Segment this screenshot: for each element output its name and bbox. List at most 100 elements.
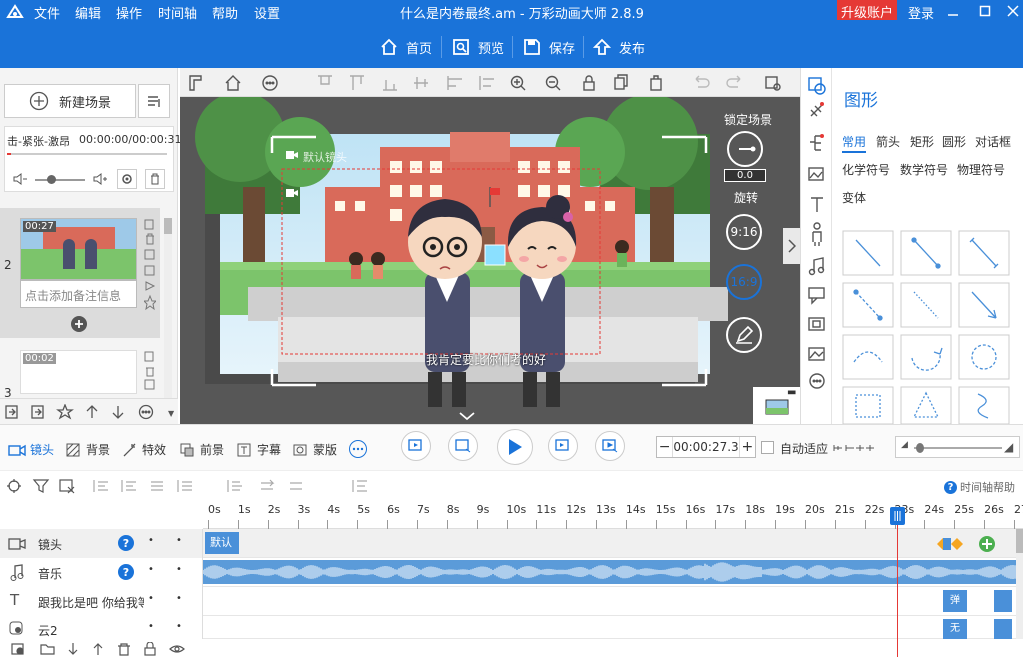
lock-dot-icon[interactable]: • <box>176 564 182 575</box>
track-help-icon[interactable]: ? <box>118 564 134 580</box>
rotate-value-input[interactable]: 0.0 <box>724 169 766 182</box>
scene-item-3[interactable]: 00:02 3 <box>0 346 160 400</box>
scene-note-input[interactable]: 点击添加备注信息 <box>20 280 137 308</box>
audio-progress[interactable] <box>7 153 167 155</box>
menu-settings[interactable]: 设置 <box>254 3 280 22</box>
auto-fit-checkbox[interactable] <box>761 441 774 454</box>
prev-frame-icon[interactable] <box>448 431 478 461</box>
text-effect-block[interactable]: 弹 <box>943 590 967 612</box>
collapse-chevron-icon[interactable] <box>455 408 479 424</box>
lock-dot-icon[interactable]: • <box>176 621 182 632</box>
rotate-label: 旋转 <box>734 191 759 205</box>
ruler-tick-label: 12s <box>566 503 586 516</box>
tab-mask[interactable]: 蒙版 <box>293 441 337 458</box>
next-frame-icon[interactable] <box>548 431 578 461</box>
upgrade-account-button[interactable]: 升级账户 <box>837 0 898 21</box>
track-help-icon[interactable]: ? <box>118 535 134 551</box>
tab-rectangle[interactable]: 矩形 <box>910 133 934 150</box>
volume-down-icon[interactable] <box>11 171 31 187</box>
menu-file[interactable]: 文件 <box>34 3 60 22</box>
lock-dot-icon[interactable]: • <box>176 535 182 546</box>
tab-camera[interactable]: 镜头 <box>8 441 54 458</box>
track-text[interactable]: T 跟我比是吧 你给我等 • • 弹 <box>0 587 1023 616</box>
menu-help[interactable]: 帮助 <box>212 3 238 22</box>
time-decrease-icon[interactable]: − <box>657 437 674 457</box>
scene-thumbnail[interactable]: 00:27 <box>20 218 137 280</box>
panel-expand-chevron-icon[interactable] <box>783 228 800 264</box>
time-increase-icon[interactable]: + <box>738 437 755 457</box>
maximize-icon[interactable] <box>976 2 994 20</box>
volume-up-icon[interactable] <box>91 171 111 187</box>
ratio-9-16-button[interactable]: 9:16 <box>726 214 762 250</box>
canvas-stage[interactable]: 默认镜头 我肯定要比你们考的好 锁定场景 0.0 旋转 9:16 16:9 ▬ <box>180 97 800 424</box>
tab-dialog[interactable]: 对话框 <box>975 133 1011 150</box>
tracks-scrollbar[interactable] <box>1016 529 1023 639</box>
ruler-tick-mark <box>1013 520 1015 529</box>
timeline-help-link[interactable]: ? 时间轴帮助 <box>944 479 1015 495</box>
menu-operate[interactable]: 操作 <box>116 3 142 22</box>
ruler-tick-label: 7s <box>416 503 430 516</box>
audio-delete-icon[interactable] <box>145 169 165 189</box>
audio-settings-icon[interactable] <box>117 169 137 189</box>
menu-timeline[interactable]: 时间轴 <box>158 3 197 22</box>
tab-circle[interactable]: 圆形 <box>942 133 966 150</box>
visibility-dot-icon[interactable]: • <box>148 621 154 632</box>
music-waveform[interactable] <box>202 560 1016 584</box>
title-bar: 文件 编辑 操作 时间轴 帮助 设置 什么是内卷最终.am - 万彩动画大师 2… <box>0 0 1023 24</box>
add-scene-icon[interactable] <box>71 316 87 332</box>
tab-subtitle[interactable]: 字幕 <box>237 441 281 458</box>
edit-pen-icon[interactable] <box>726 317 762 353</box>
time-stepper[interactable]: − 00:00:27.3 + <box>656 436 756 458</box>
preview-button[interactable]: 预览 <box>452 34 504 60</box>
new-scene-button[interactable]: 新建场景 <box>4 84 136 118</box>
tab-physics[interactable]: 物理符号 <box>957 161 1005 178</box>
close-icon[interactable] <box>1004 2 1022 20</box>
keyframe-icons[interactable] <box>935 534 995 554</box>
visibility-dot-icon[interactable]: • <box>148 535 154 546</box>
tab-arrow[interactable]: 箭头 <box>876 133 900 150</box>
publish-button[interactable]: 发布 <box>593 34 645 60</box>
zoom-fit-icons[interactable] <box>833 442 877 454</box>
visibility-dot-icon[interactable]: • <box>148 564 154 575</box>
ratio-16-9-button[interactable]: 16:9 <box>726 264 762 300</box>
track-music[interactable]: 音乐 ? • • <box>0 558 1023 587</box>
tab-variant[interactable]: 变体 <box>842 189 866 206</box>
menu-edit[interactable]: 编辑 <box>75 3 101 22</box>
scene-thumbnail[interactable]: 00:02 <box>20 350 137 394</box>
tab-chemistry[interactable]: 化学符号 <box>842 161 890 178</box>
tab-background[interactable]: 背景 <box>66 441 110 458</box>
scene-scrollbar[interactable] <box>164 218 172 418</box>
tab-foreground[interactable]: 前景 <box>180 441 224 458</box>
track-cloud[interactable]: 云2 • • 无 <box>0 616 1023 639</box>
visibility-dot-icon[interactable]: • <box>148 593 154 604</box>
text-exit-block[interactable] <box>994 590 1012 612</box>
home-button[interactable]: 首页 <box>380 34 432 60</box>
mini-map-toggle-icon[interactable]: ▬ <box>787 387 796 398</box>
scene-list-button[interactable] <box>138 84 170 118</box>
login-button[interactable]: 登录 <box>908 3 934 22</box>
scene-item-2[interactable]: 2 00:27 点击添加备注信息 <box>0 208 160 338</box>
cloud-exit-block[interactable] <box>994 619 1012 639</box>
tab-common[interactable]: 常用 <box>842 133 867 153</box>
track-actions-bar <box>0 639 203 657</box>
volume-slider[interactable] <box>35 175 85 184</box>
tab-math[interactable]: 数学符号 <box>900 161 948 178</box>
lock-dot-icon[interactable]: • <box>176 593 182 604</box>
ruler-tick-mark <box>297 520 299 529</box>
rotate-dial-icon[interactable] <box>727 131 763 167</box>
tab-effect[interactable]: 特效 <box>122 441 166 458</box>
subtitle-text[interactable]: 我肯定要比你们考的好 <box>426 351 546 368</box>
next-scene-icon[interactable] <box>595 431 625 461</box>
time-value[interactable]: 00:00:27.3 <box>673 437 738 457</box>
camera-block[interactable]: 默认 <box>205 532 239 554</box>
track-label: 镜头 <box>38 538 63 552</box>
minimize-icon[interactable] <box>944 2 962 20</box>
cloud-effect-block[interactable]: 无 <box>943 619 967 639</box>
save-button[interactable]: 保存 <box>523 34 575 60</box>
track-camera[interactable]: 镜头 ? • • 默认 <box>0 529 1023 558</box>
more-icon[interactable] <box>349 440 367 458</box>
play-button[interactable] <box>497 429 533 465</box>
timeline-zoom-slider[interactable]: ◢ ◢ <box>895 436 1020 458</box>
playhead-handle[interactable] <box>890 507 905 525</box>
prev-scene-icon[interactable] <box>401 431 431 461</box>
